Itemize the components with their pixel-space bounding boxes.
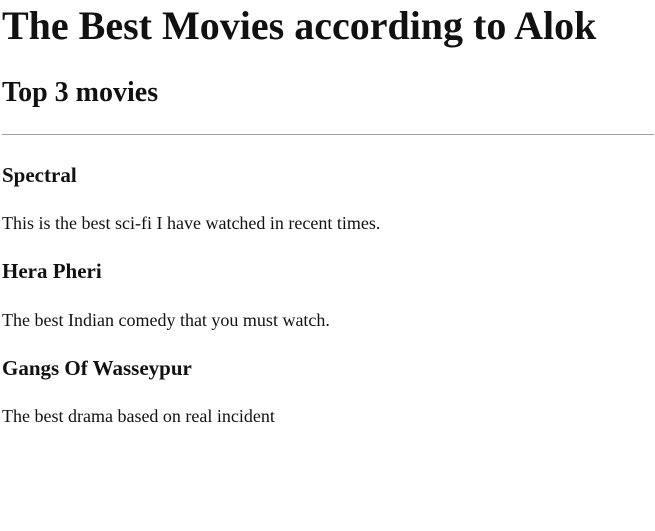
page-subtitle: Top 3 movies xyxy=(2,77,159,108)
movie-title: Spectral xyxy=(2,163,77,187)
movie-description: This is the best sci-fi I have watched i… xyxy=(2,213,381,233)
divider xyxy=(2,134,654,135)
page-title: The Best Movies according to Alok xyxy=(2,3,597,48)
movie-description: The best drama based on real incident xyxy=(2,406,275,426)
movie-description: The best Indian comedy that you must wat… xyxy=(2,310,330,330)
movie-title: Gangs Of Wasseypur xyxy=(2,356,192,380)
movie-title: Hera Pheri xyxy=(2,259,102,283)
